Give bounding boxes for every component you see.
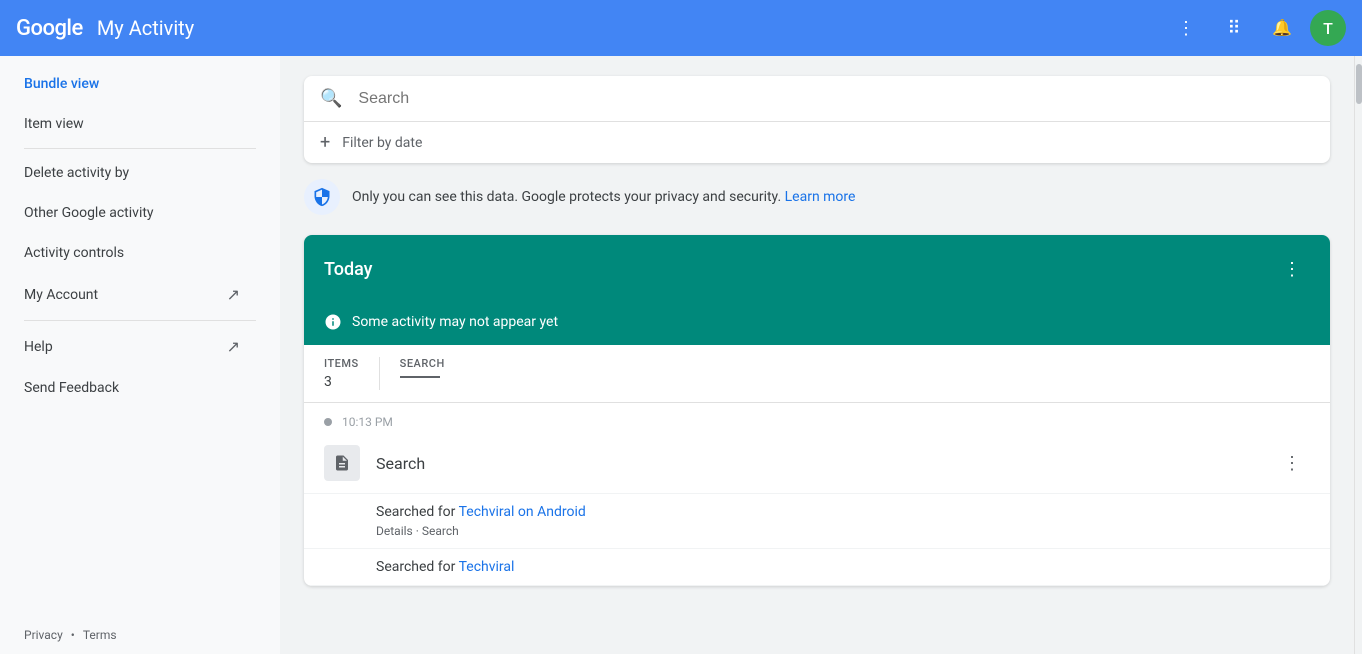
activity-more-button[interactable]: ⋮ bbox=[1274, 445, 1310, 481]
sidebar-item-other-google[interactable]: Other Google activity bbox=[0, 193, 264, 233]
privacy-text-main: Only you can see this data. Google prote… bbox=[352, 189, 781, 205]
searched-for-1: Searched for Techviral on Android bbox=[376, 504, 1310, 520]
sidebar-label-my-account: My Account bbox=[24, 287, 98, 303]
sidebar-label-bundle-view: Bundle view bbox=[24, 76, 99, 92]
more-vert-icon: ⋮ bbox=[1177, 18, 1195, 39]
avatar-letter: T bbox=[1323, 19, 1333, 38]
sidebar-label-send-feedback: Send Feedback bbox=[24, 380, 119, 396]
sidebar: Bundle view Item view Delete activity by… bbox=[0, 56, 280, 654]
search-input[interactable] bbox=[358, 90, 1314, 108]
add-filter-icon: + bbox=[320, 132, 330, 153]
items-stat: ITEMS 3 bbox=[324, 357, 359, 390]
activity-item-left: Search bbox=[324, 445, 425, 481]
scrollbar[interactable] bbox=[1354, 56, 1362, 654]
privacy-notice: Only you can see this data. Google prote… bbox=[304, 167, 1330, 227]
searched-for-prefix-2: Searched for bbox=[376, 559, 455, 575]
time-label: 10:13 PM bbox=[304, 403, 1330, 433]
header-icons: ⋮ ⠿ 🔔 T bbox=[1166, 8, 1346, 48]
more-options-button[interactable]: ⋮ bbox=[1166, 8, 1206, 48]
sidebar-item-my-account[interactable]: My Account ↗ bbox=[0, 273, 264, 316]
time-dot bbox=[324, 418, 332, 426]
search-container: 🔍 + Filter by date bbox=[304, 76, 1330, 163]
sidebar-label-activity-controls: Activity controls bbox=[24, 245, 124, 261]
today-notice: Some activity may not appear yet bbox=[304, 303, 1330, 345]
sidebar-item-send-feedback[interactable]: Send Feedback bbox=[0, 368, 264, 408]
searched-for-2: Searched for Techviral bbox=[376, 559, 1310, 575]
search-label: SEARCH bbox=[400, 357, 445, 370]
sidebar-label-delete-activity: Delete activity by bbox=[24, 165, 129, 181]
search-stat: SEARCH bbox=[400, 357, 445, 390]
content-area: 🔍 + Filter by date Only you can see this… bbox=[280, 56, 1354, 654]
sidebar-item-help[interactable]: Help ↗ bbox=[0, 325, 264, 368]
sidebar-item-item-view[interactable]: Item view bbox=[0, 104, 264, 144]
today-more-button[interactable]: ⋮ bbox=[1274, 251, 1310, 287]
activity-title: Search bbox=[376, 454, 425, 473]
app-title: My Activity bbox=[97, 16, 194, 40]
today-stats: ITEMS 3 SEARCH bbox=[304, 345, 1330, 403]
activity-item-search: Search ⋮ bbox=[304, 433, 1330, 494]
details-link-1[interactable]: Details bbox=[376, 524, 413, 538]
app-header: Google My Activity ⋮ ⠿ 🔔 T bbox=[0, 0, 1362, 56]
privacy-notice-text: Only you can see this data. Google prote… bbox=[352, 189, 855, 205]
notifications-icon: 🔔 bbox=[1272, 18, 1292, 38]
filter-by-date-label: Filter by date bbox=[342, 135, 422, 151]
sidebar-label-help: Help bbox=[24, 339, 53, 355]
search-link-2[interactable]: Techviral bbox=[459, 559, 515, 575]
search-underline bbox=[400, 376, 440, 378]
sidebar-item-delete-activity[interactable]: Delete activity by bbox=[0, 153, 264, 193]
search-result-1: Searched for Techviral on Android Detail… bbox=[304, 494, 1330, 549]
google-wordmark: Google bbox=[16, 16, 83, 41]
sidebar-item-bundle-view[interactable]: Bundle view bbox=[0, 64, 264, 104]
shield-icon bbox=[304, 179, 340, 215]
terms-link[interactable]: Terms bbox=[83, 628, 117, 642]
sidebar-item-activity-controls[interactable]: Activity controls bbox=[0, 233, 264, 273]
today-header: Today ⋮ bbox=[304, 235, 1330, 303]
stat-divider bbox=[379, 357, 380, 390]
sidebar-divider-2 bbox=[24, 320, 256, 321]
header-logo: Google My Activity bbox=[16, 16, 194, 41]
today-card: Today ⋮ Some activity may not appear yet… bbox=[304, 235, 1330, 586]
notifications-button[interactable]: 🔔 bbox=[1262, 8, 1302, 48]
sidebar-label-item-view: Item view bbox=[24, 116, 84, 132]
time-text: 10:13 PM bbox=[342, 415, 393, 429]
items-value: 3 bbox=[324, 374, 359, 390]
search-meta-1: Details · Search bbox=[376, 524, 1310, 538]
search-link-1[interactable]: Techviral on Android bbox=[459, 504, 586, 520]
search-icon: 🔍 bbox=[320, 88, 342, 109]
today-notice-text: Some activity may not appear yet bbox=[352, 314, 558, 330]
apps-icon: ⠿ bbox=[1227, 18, 1240, 39]
sidebar-footer: Privacy • Terms bbox=[0, 616, 280, 654]
search-result-2: Searched for Techviral bbox=[304, 549, 1330, 586]
sidebar-divider-1 bbox=[24, 148, 256, 149]
search-bar[interactable]: 🔍 bbox=[304, 76, 1330, 121]
search-meta-link-1[interactable]: Search bbox=[422, 524, 459, 538]
footer-dot: • bbox=[71, 628, 75, 642]
avatar[interactable]: T bbox=[1310, 10, 1346, 46]
apps-button[interactable]: ⠿ bbox=[1214, 8, 1254, 48]
privacy-link[interactable]: Privacy bbox=[24, 628, 63, 642]
external-link-icon-help: ↗ bbox=[227, 337, 240, 356]
scrollbar-thumb bbox=[1356, 64, 1362, 104]
filter-by-date-bar[interactable]: + Filter by date bbox=[304, 121, 1330, 163]
today-title: Today bbox=[324, 259, 373, 280]
items-label: ITEMS bbox=[324, 357, 359, 370]
main-layout: Bundle view Item view Delete activity by… bbox=[0, 56, 1362, 654]
activity-more-icon: ⋮ bbox=[1283, 453, 1301, 474]
sidebar-label-other-google: Other Google activity bbox=[24, 205, 154, 221]
today-more-icon: ⋮ bbox=[1283, 259, 1301, 280]
external-link-icon-my-account: ↗ bbox=[227, 285, 240, 304]
searched-for-prefix-1: Searched for bbox=[376, 504, 455, 520]
activity-search-icon bbox=[324, 445, 360, 481]
learn-more-link[interactable]: Learn more bbox=[785, 189, 856, 205]
